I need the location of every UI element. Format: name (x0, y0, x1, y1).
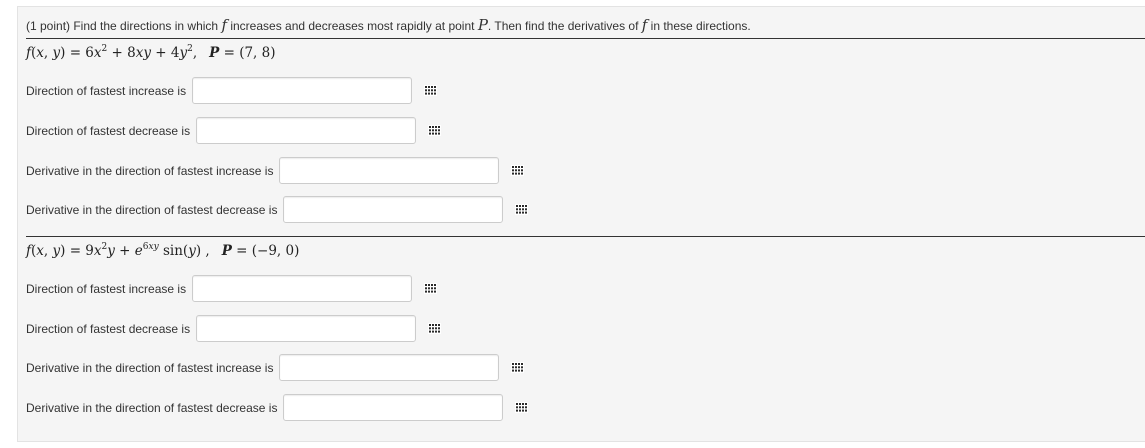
problem-statement: (1 point) Find the directions in which f… (26, 16, 751, 34)
answer-row: Derivative in the direction of fastest d… (26, 394, 529, 421)
answer-row: Derivative in the direction of fastest d… (26, 196, 529, 223)
answer-input[interactable] (279, 354, 500, 381)
answer-input[interactable] (283, 196, 504, 223)
problem-panel: (1 point) Find the directions in which f… (17, 6, 1145, 442)
answer-label: Direction of fastest decrease is (26, 321, 191, 336)
equation-palette-icon[interactable] (515, 402, 529, 413)
answer-row: Direction of fastest decrease is (26, 117, 442, 144)
answer-input[interactable] (279, 157, 500, 184)
answer-input[interactable] (192, 77, 413, 104)
answer-label: Direction of fastest increase is (26, 281, 187, 296)
divider (26, 236, 1145, 237)
equation-palette-icon[interactable] (424, 283, 438, 294)
answer-label: Direction of fastest decrease is (26, 123, 191, 138)
answer-row: Direction of fastest increase is (26, 77, 438, 104)
equation-palette-icon[interactable] (428, 323, 442, 334)
equation-palette-icon[interactable] (424, 85, 438, 96)
divider (26, 38, 1145, 39)
equation-palette-icon[interactable] (511, 165, 525, 176)
answer-label: Direction of fastest increase is (26, 83, 187, 98)
answer-row: Direction of fastest increase is (26, 275, 438, 302)
answer-row: Direction of fastest decrease is (26, 315, 442, 342)
answer-input[interactable] (192, 275, 413, 302)
equation-palette-icon[interactable] (511, 362, 525, 373)
answer-row: Derivative in the direction of fastest i… (26, 354, 525, 381)
answer-label: Derivative in the direction of fastest d… (26, 400, 278, 415)
answer-input[interactable] (283, 394, 504, 421)
answer-input[interactable] (196, 117, 417, 144)
answer-label: Derivative in the direction of fastest i… (26, 360, 274, 375)
formula-part-2: f(x, y) = 9x2y + e6xy sin(y) ,P = (−9, 0… (26, 242, 300, 260)
formula-part-1: f(x, y) = 6x2 + 8xy + 4y2, P = (7, 8) (26, 44, 276, 62)
equation-palette-icon[interactable] (428, 125, 442, 136)
answer-label: Derivative in the direction of fastest i… (26, 163, 274, 178)
answer-input[interactable] (196, 315, 417, 342)
answer-row: Derivative in the direction of fastest i… (26, 157, 525, 184)
answer-label: Derivative in the direction of fastest d… (26, 202, 278, 217)
equation-palette-icon[interactable] (515, 204, 529, 215)
